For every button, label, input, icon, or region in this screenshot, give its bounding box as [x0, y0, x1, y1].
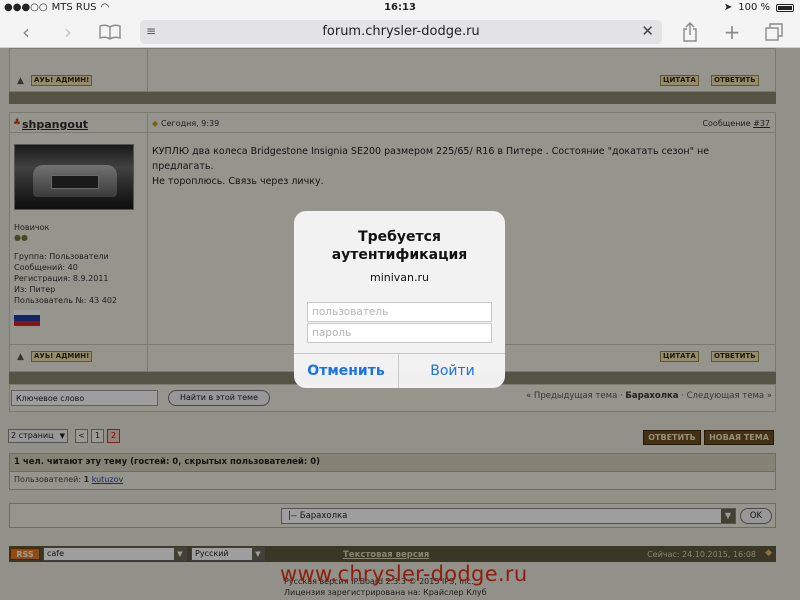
tabs-icon[interactable]: [758, 16, 790, 48]
address-bar[interactable]: ≡ forum.chrysler-dodge.ru ✕: [140, 20, 662, 44]
auth-dialog: Требуется аутентификация minivan.ru Отме…: [294, 211, 505, 388]
clear-icon[interactable]: ✕: [641, 22, 654, 40]
battery-label: 100 %: [738, 2, 770, 13]
bookmarks-icon[interactable]: [94, 16, 126, 48]
back-icon[interactable]: ‹: [10, 16, 42, 48]
forward-icon[interactable]: ›: [52, 16, 84, 48]
url-text: forum.chrysler-dodge.ru: [322, 24, 480, 39]
auth-host: minivan.ru: [369, 271, 429, 284]
location-icon: ➤: [723, 2, 733, 13]
new-tab-icon[interactable]: +: [716, 16, 748, 48]
username-field[interactable]: [307, 302, 492, 322]
share-icon[interactable]: [674, 16, 706, 48]
battery-icon: [776, 3, 794, 12]
status-bar: ●●●○○ MTS RUS ◠ 16:13 ➤ 100 %: [0, 0, 800, 16]
browser-toolbar: ‹ › ≡ forum.chrysler-dodge.ru ✕ +: [0, 16, 800, 48]
clock: 16:13: [384, 2, 416, 13]
cancel-button[interactable]: Отменить: [294, 354, 399, 388]
login-button[interactable]: Войти: [400, 354, 505, 388]
auth-dialog-title: Требуется аутентификация: [331, 229, 468, 263]
password-field[interactable]: [307, 323, 492, 343]
